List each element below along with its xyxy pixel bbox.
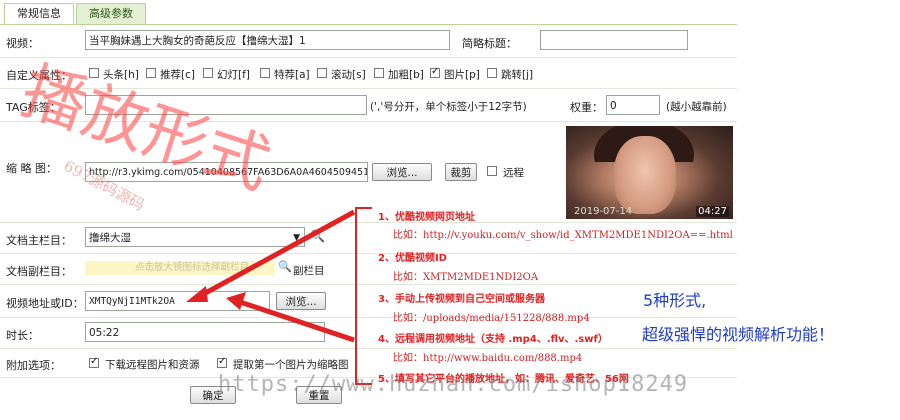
arrow-lower-head (226, 292, 246, 310)
annotation-4-example: 比如：http://www.baidu.com/888.mp4 (393, 353, 583, 364)
arrow-lower (239, 299, 355, 343)
summary-line-1: 5种形式, (643, 291, 707, 310)
annotation-3-example: 比如：/uploads/media/151228/888.mp4 (393, 313, 590, 324)
arrow-upper-head (186, 286, 208, 302)
summary-line-2: 超级强悍的视频解析功能！ (642, 325, 835, 344)
annotation-2-title: 2、优酷视频ID (378, 253, 447, 264)
annotation-2-example: 比如：XMTM2MDE1NDI2OA (393, 272, 539, 283)
annotation-1-example: 比如：http://v.youku.com/v_show/id_XMTM2MDE… (393, 230, 733, 241)
arrow-upper (198, 209, 356, 299)
annotation-3-title: 3、手动上传视频到自己空间或服务器 (378, 294, 545, 305)
annotation-1-title: 1、优酷视频网页地址 (378, 212, 475, 223)
annotation-bracket (355, 207, 372, 385)
annotation-4-title: 4、远程调用视频地址（支持 .mp4、.flv、.swf） (378, 334, 608, 345)
watermark-url: https://www.huzhan.com/ishop18249 (218, 372, 689, 397)
